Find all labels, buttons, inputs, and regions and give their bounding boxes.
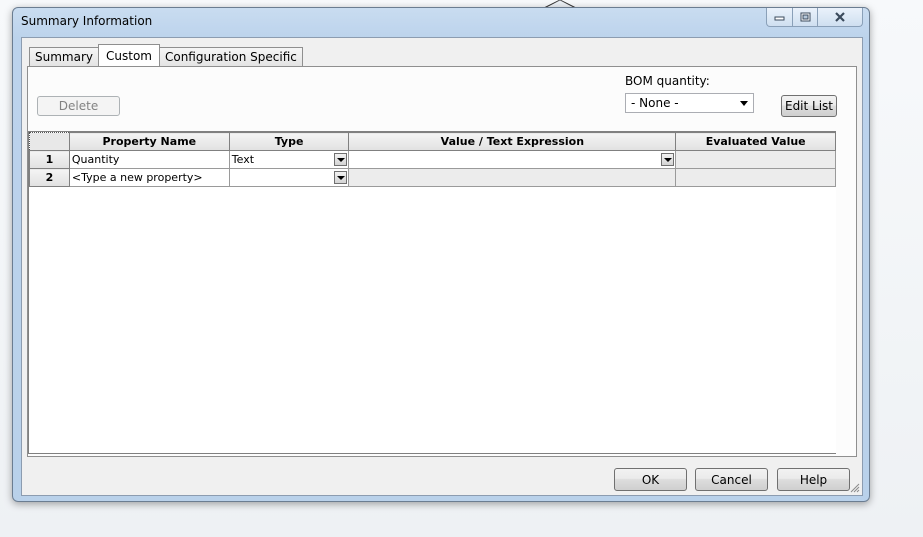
resize-grip-icon[interactable]: [848, 481, 860, 493]
properties-grid: Property Name Type Value / Text Expressi…: [28, 131, 836, 454]
caption-buttons: [766, 8, 863, 28]
dropdown-arrow-icon: [740, 101, 748, 106]
bom-quantity-label: BOM quantity:: [625, 74, 710, 88]
summary-information-dialog: Summary Information Summary Custom Confi…: [12, 7, 870, 502]
column-header-value[interactable]: Value / Text Expression: [348, 132, 677, 151]
help-button[interactable]: Help: [777, 468, 850, 491]
close-icon: [835, 12, 845, 22]
type-cell[interactable]: Text: [228, 150, 350, 169]
maximize-icon: [800, 12, 810, 22]
column-header-property-name[interactable]: Property Name: [68, 132, 230, 151]
cancel-button[interactable]: Cancel: [695, 468, 768, 491]
dropdown-arrow-icon[interactable]: [661, 153, 675, 166]
table-row: 2 <Type a new property>: [29, 168, 836, 187]
custom-tab-panel: Delete BOM quantity: - None - Edit List …: [27, 66, 857, 457]
evaluated-value-cell: [675, 168, 836, 187]
tab-strip: Summary Custom Configuration Specific: [29, 44, 303, 66]
type-cell[interactable]: [228, 168, 350, 187]
bom-quantity-value: - None -: [631, 96, 679, 110]
bom-quantity-select[interactable]: - None -: [625, 93, 754, 113]
evaluated-value-cell: [675, 150, 836, 169]
dropdown-arrow-icon[interactable]: [334, 171, 348, 184]
tab-summary[interactable]: Summary: [29, 47, 99, 66]
minimize-icon: [774, 16, 785, 21]
value-cell[interactable]: [348, 150, 677, 169]
column-header-evaluated-value[interactable]: Evaluated Value: [675, 132, 836, 151]
table-header-row: Property Name Type Value / Text Expressi…: [29, 132, 836, 151]
properties-table: Property Name Type Value / Text Expressi…: [29, 132, 836, 187]
property-name-cell[interactable]: Quantity: [68, 150, 230, 169]
value-cell[interactable]: [348, 168, 677, 187]
tab-custom[interactable]: Custom: [98, 44, 160, 66]
window-title: Summary Information: [21, 14, 153, 28]
delete-button[interactable]: Delete: [37, 96, 120, 116]
row-number[interactable]: 1: [29, 150, 70, 169]
maximize-button[interactable]: [793, 8, 818, 27]
ok-button[interactable]: OK: [614, 468, 687, 491]
table-row: 1 Quantity Text: [29, 150, 836, 169]
row-number[interactable]: 2: [29, 168, 70, 187]
select-all-corner[interactable]: [29, 132, 70, 151]
type-value: Text: [231, 153, 255, 166]
property-name-cell[interactable]: <Type a new property>: [68, 168, 230, 187]
tab-configuration-specific[interactable]: Configuration Specific: [158, 47, 303, 66]
dropdown-arrow-icon[interactable]: [334, 153, 348, 166]
column-header-type[interactable]: Type: [228, 132, 350, 151]
minimize-button[interactable]: [766, 8, 793, 27]
close-button[interactable]: [818, 8, 863, 27]
dialog-body: Summary Custom Configuration Specific De…: [21, 37, 863, 496]
edit-list-button[interactable]: Edit List: [781, 95, 837, 117]
